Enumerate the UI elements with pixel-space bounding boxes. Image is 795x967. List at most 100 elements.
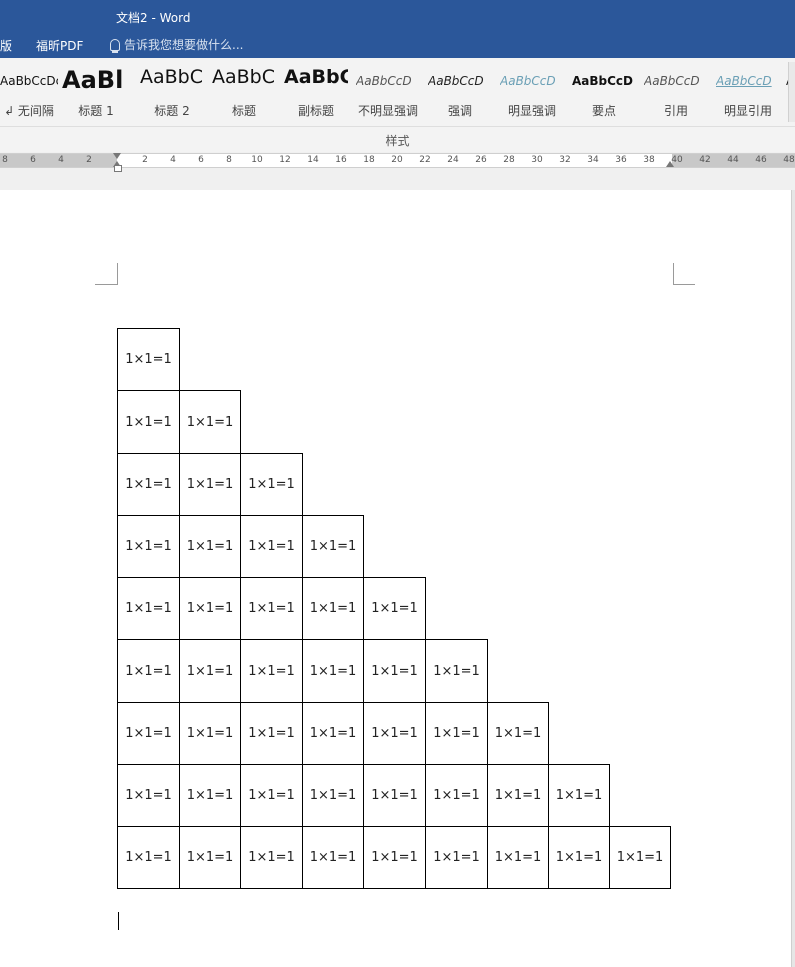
ruler-tick-label: 4 [58, 155, 64, 165]
table-cell[interactable]: 1×1=1 [240, 702, 303, 765]
ruler-tick-label: 8 [226, 155, 232, 165]
ruler-tick-label: 10 [251, 155, 263, 165]
left-indent-marker[interactable] [114, 165, 122, 172]
ruler-tick-label: 44 [727, 155, 739, 165]
table-cell[interactable]: 1×1=1 [487, 702, 549, 765]
table-cell[interactable]: 1×1=1 [425, 639, 488, 703]
table-cell[interactable]: 1×1=1 [179, 390, 241, 454]
style-tile[interactable]: AaBbCcDc ↲ 无间隔 [0, 58, 58, 122]
table-cell[interactable]: 1×1=1 [363, 764, 426, 827]
style-tile[interactable]: AaBbC 标题 2 [140, 58, 204, 122]
style-label: 明显强调 [507, 104, 556, 118]
tell-me-box[interactable]: 告诉我您想要做什么... [110, 36, 243, 53]
ruler-tick-label: 2 [86, 155, 92, 165]
ruler-tick-label: 48 [783, 155, 795, 165]
table-cell[interactable]: 1×1=1 [117, 453, 180, 516]
table-cell[interactable]: 1×1=1 [425, 702, 488, 765]
table-cell[interactable]: 1×1=1 [117, 764, 180, 827]
table-cell[interactable]: 1×1=1 [179, 764, 241, 827]
table-cell[interactable]: 1×1=1 [179, 453, 241, 516]
table-cell[interactable]: 1×1=1 [487, 764, 549, 827]
style-sample: AaBbCcD [500, 74, 556, 88]
style-sample: AaBbCcD [572, 74, 634, 88]
table-cell[interactable]: 1×1=1 [302, 577, 364, 640]
ruler-tick-label: 26 [475, 155, 487, 165]
table-cell[interactable]: 1×1=1 [363, 639, 426, 703]
table-cell[interactable]: 1×1=1 [117, 639, 180, 703]
first-line-indent-marker[interactable] [113, 153, 121, 159]
style-tile[interactable]: AaBbCcD 强调 [428, 58, 492, 122]
table-cell[interactable]: 1×1=1 [302, 639, 364, 703]
ruler-tick-label: 36 [615, 155, 627, 165]
table-cell[interactable]: 1×1=1 [240, 453, 303, 516]
table-cell[interactable]: 1×1=1 [240, 826, 303, 889]
gallery-scroll[interactable] [788, 62, 795, 122]
style-tile[interactable]: AaBbCcD 要点 [572, 58, 636, 122]
table-cell[interactable]: 1×1=1 [117, 328, 180, 391]
crop-mark [673, 284, 695, 285]
style-tile[interactable]: AaBbCcD 明显引用 [716, 58, 780, 122]
table-cell[interactable]: 1×1=1 [117, 826, 180, 889]
style-label: 明显引用 [723, 104, 772, 118]
menu-tab-foxit-pdf[interactable]: 福昕PDF [36, 37, 83, 54]
table-cell[interactable]: 1×1=1 [548, 764, 610, 827]
style-label: 副标题 [297, 104, 334, 118]
table-cell[interactable]: 1×1=1 [240, 577, 303, 640]
table-cell[interactable]: 1×1=1 [548, 826, 610, 889]
table-cell[interactable]: 1×1=1 [487, 826, 549, 889]
table-cell[interactable]: 1×1=1 [117, 515, 180, 578]
table-cell[interactable]: 1×1=1 [179, 639, 241, 703]
table-cell[interactable]: 1×1=1 [179, 702, 241, 765]
table-cell[interactable]: 1×1=1 [240, 639, 303, 703]
crop-mark [95, 284, 117, 285]
style-sample: AaBl [62, 66, 124, 94]
style-tile[interactable]: AaBl 标题 1 [62, 58, 130, 122]
table-cell[interactable]: 1×1=1 [179, 577, 241, 640]
style-label: 引用 [663, 104, 688, 118]
ruler-tick-label: 12 [279, 155, 291, 165]
style-sample: AaBbCcDc [0, 74, 58, 88]
ruler-tick-label: 32 [559, 155, 571, 165]
table-cell[interactable]: 1×1=1 [302, 826, 364, 889]
table-cell[interactable]: 1×1=1 [179, 515, 241, 578]
ruler-tick-label: 22 [419, 155, 431, 165]
menu-tab-layout[interactable]: 版 [0, 37, 12, 54]
ruler-tick-label: 42 [699, 155, 711, 165]
styles-group-label: 样式 [385, 134, 410, 148]
style-tile[interactable]: AaBbCcD 不明显强调 [356, 58, 420, 122]
ruler-tick-label: 18 [363, 155, 375, 165]
style-tile[interactable]: AaBbC 副标题 [284, 58, 348, 122]
ruler-tick-label: 38 [643, 155, 655, 165]
ruler-tick-label: 24 [447, 155, 459, 165]
table-cell[interactable]: 1×1=1 [302, 702, 364, 765]
table-cell[interactable]: 1×1=1 [363, 577, 426, 640]
table-cell[interactable]: 1×1=1 [302, 515, 364, 578]
ruler-tick-label: 4 [170, 155, 176, 165]
table-cell[interactable]: 1×1=1 [609, 826, 671, 889]
ruler-tick-label: 40 [671, 155, 683, 165]
style-tile[interactable]: AaBbC 标题 [212, 58, 276, 122]
style-sample: AaBbCcD [644, 74, 700, 88]
table-cell[interactable]: 1×1=1 [240, 764, 303, 827]
style-label: 强调 [447, 104, 472, 118]
ruler-tick-label: 16 [335, 155, 347, 165]
style-label: ↲ 无间隔 [4, 104, 54, 118]
lightbulb-icon [110, 38, 120, 53]
tell-me-text: 告诉我您想要做什么... [124, 38, 244, 52]
table-cell[interactable]: 1×1=1 [179, 826, 241, 889]
table-cell[interactable]: 1×1=1 [425, 764, 488, 827]
crop-mark [117, 263, 118, 285]
table-cell[interactable]: 1×1=1 [425, 826, 488, 889]
crop-mark [673, 263, 674, 285]
table-cell[interactable]: 1×1=1 [117, 702, 180, 765]
style-tile[interactable]: AaBbCcD 明显强调 [500, 58, 564, 122]
table-cell[interactable]: 1×1=1 [363, 826, 426, 889]
table-cell[interactable]: 1×1=1 [117, 390, 180, 454]
ruler-tick-label: 6 [30, 155, 36, 165]
styles-ribbon: AaBbCcDc ↲ 无间隔 AaBl 标题 1 AaBbC 标题 2 AaBbC 标题 AaB… [0, 58, 795, 153]
table-cell[interactable]: 1×1=1 [302, 764, 364, 827]
table-cell[interactable]: 1×1=1 [117, 577, 180, 640]
style-tile[interactable]: AaBbCcD 引用 [644, 58, 708, 122]
table-cell[interactable]: 1×1=1 [240, 515, 303, 578]
table-cell[interactable]: 1×1=1 [363, 702, 426, 765]
